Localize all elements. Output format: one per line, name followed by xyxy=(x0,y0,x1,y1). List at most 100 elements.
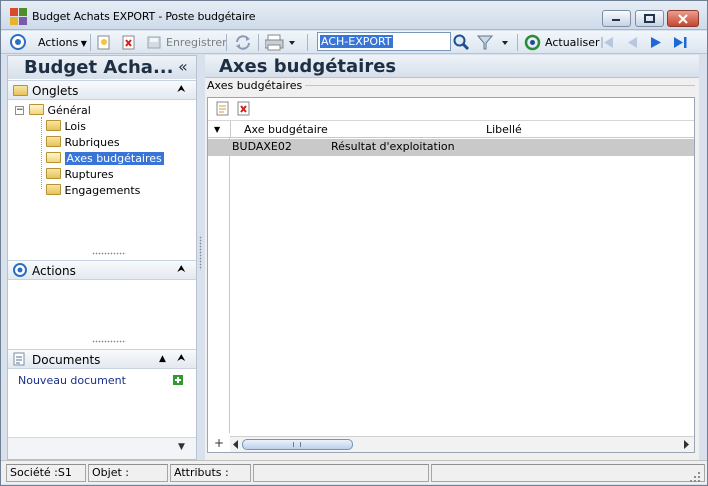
new-record-button[interactable] xyxy=(97,35,111,53)
tabs-tree: − Général Lois Rubriques Axes budgétaire… xyxy=(15,103,195,203)
main-toolbar: Actions ▼ Enregistrer ACH-EXPORT Actuali… xyxy=(1,31,707,54)
tree-item-rubriques[interactable]: Rubriques xyxy=(46,135,120,151)
tree-item-label: Ruptures xyxy=(64,168,114,181)
actions-section-label: Actions xyxy=(32,264,76,278)
next-icon xyxy=(651,37,661,48)
tree-item-label-selected: Axes budgétaires xyxy=(64,152,164,165)
print-button[interactable] xyxy=(264,34,295,54)
tree-node-general[interactable]: Général xyxy=(29,103,91,119)
first-icon xyxy=(601,37,613,48)
actions-circle-icon[interactable] xyxy=(10,34,26,53)
section-resize-grip[interactable] xyxy=(92,252,126,255)
column-header-libelle[interactable]: Libellé xyxy=(486,122,522,138)
column-header-axe[interactable]: Axe budgétaire xyxy=(244,122,328,138)
collapse-up-icon[interactable]: ⮝ xyxy=(177,261,186,279)
sync-icon xyxy=(236,35,250,50)
add-row-footer-icon[interactable]: + xyxy=(212,436,226,452)
group-box-border xyxy=(291,85,695,86)
folder-icon xyxy=(46,136,61,147)
table-row[interactable]: BUDAXE02 Résultat d'exploitation xyxy=(208,139,694,156)
header-menu-icon[interactable]: ▼ xyxy=(214,125,220,134)
cell-libelle[interactable]: Résultat d'exploitation xyxy=(331,139,455,155)
folder-icon xyxy=(46,120,61,131)
toolbar-separator xyxy=(258,34,259,51)
filter-button[interactable] xyxy=(476,34,511,54)
tree-collapse-toggle[interactable]: − xyxy=(15,106,24,115)
search-icon xyxy=(453,34,470,51)
refresh-button[interactable]: Actualiser xyxy=(545,36,600,49)
maximize-button[interactable] xyxy=(635,10,664,27)
chevron-down-icon[interactable]: ▼ xyxy=(178,442,185,452)
last-record-button[interactable] xyxy=(672,34,688,53)
first-record-button[interactable] xyxy=(599,34,615,53)
status-field-empty xyxy=(431,464,705,482)
grid-header: ▼ Axe budgétaire Libellé xyxy=(208,120,694,138)
pane-splitter[interactable] xyxy=(199,236,202,270)
left-navigation-pane: Budget Acha... « Onglets ⮝ − Général Loi… xyxy=(7,55,197,460)
search-value: ACH-EXPORT xyxy=(320,35,393,48)
scroll-right-icon[interactable] xyxy=(682,440,690,449)
new-document-link[interactable]: Nouveau document xyxy=(18,374,126,387)
tabs-section-header[interactable]: Onglets ⮝ xyxy=(8,80,196,100)
tree-item-label: Lois xyxy=(64,120,86,133)
tree-item-lois[interactable]: Lois xyxy=(46,119,86,135)
collapse-up-icon[interactable]: ⮝ xyxy=(177,81,186,99)
documents-section-label: Documents xyxy=(32,353,101,367)
group-box-label: Axes budgétaires xyxy=(207,79,306,92)
folder-open-icon xyxy=(46,152,61,163)
window-title: Budget Achats EXPORT - Poste budgétaire xyxy=(32,10,256,23)
minimize-button[interactable] xyxy=(602,10,631,27)
next-record-button[interactable] xyxy=(648,34,664,53)
left-pane-title: Budget Acha... xyxy=(8,56,196,79)
documents-section-header[interactable]: Documents ▲ ⮝ xyxy=(8,349,196,369)
section-resize-grip[interactable] xyxy=(92,340,126,343)
app-icon xyxy=(10,8,27,25)
status-object: Objet : xyxy=(88,464,168,482)
save-button[interactable]: Enregistrer xyxy=(166,36,227,49)
resize-grip-icon[interactable] xyxy=(690,472,701,483)
refresh-icon xyxy=(524,34,541,54)
folder-icon xyxy=(46,184,61,195)
sync-button[interactable] xyxy=(234,34,252,54)
status-company: Société :S1 xyxy=(6,464,86,482)
sort-up-icon[interactable]: ▲ xyxy=(159,350,166,368)
collapse-pane-button[interactable]: « xyxy=(178,57,188,76)
previous-icon xyxy=(628,37,637,48)
actions-section-header[interactable]: Actions ⮝ xyxy=(8,260,196,280)
tree-node-general-label: Général xyxy=(47,104,91,117)
document-icon xyxy=(13,352,25,366)
row-indicator-column xyxy=(208,120,230,433)
horizontal-scrollbar[interactable] xyxy=(230,436,694,452)
delete-record-button[interactable] xyxy=(122,35,136,53)
column-divider xyxy=(230,121,231,138)
tree-item-axes-budgetaires[interactable]: Axes budgétaires xyxy=(46,151,164,167)
page-title: Axes budgétaires xyxy=(205,55,699,78)
tree-item-ruptures[interactable]: Ruptures xyxy=(46,167,114,183)
maximize-icon xyxy=(643,13,655,23)
close-button[interactable] xyxy=(667,10,699,27)
tree-item-engagements[interactable]: Engagements xyxy=(46,183,140,199)
folder-icon xyxy=(46,168,61,179)
scroll-left-icon[interactable] xyxy=(232,440,240,449)
cell-axe[interactable]: BUDAXE02 xyxy=(232,139,292,155)
tabs-section-label: Onglets xyxy=(32,84,79,98)
previous-record-button[interactable] xyxy=(624,34,640,53)
actions-menu[interactable]: Actions ▼ xyxy=(38,36,87,49)
status-bar: Société :S1 Objet : Attributs : xyxy=(1,460,707,484)
minimize-icon xyxy=(611,18,620,21)
delete-icon xyxy=(122,35,135,50)
printer-icon xyxy=(264,34,295,51)
scroll-thumb-grip xyxy=(293,442,301,447)
add-row-icon[interactable] xyxy=(216,101,230,117)
collapse-up-icon[interactable]: ⮝ xyxy=(177,350,186,368)
actions-circle-icon xyxy=(13,263,27,277)
left-pane-title-text: Budget Acha... xyxy=(24,57,174,78)
scroll-thumb[interactable] xyxy=(242,439,353,450)
delete-row-icon[interactable] xyxy=(237,101,251,117)
add-icon[interactable] xyxy=(173,375,183,385)
tree-connector xyxy=(41,117,42,189)
budget-axes-grid: ▼ Axe budgétaire Libellé BUDAXE02 Résult… xyxy=(207,97,695,453)
search-button[interactable] xyxy=(453,34,470,54)
search-input[interactable]: ACH-EXPORT xyxy=(317,32,451,51)
toolbar-separator xyxy=(307,34,308,51)
